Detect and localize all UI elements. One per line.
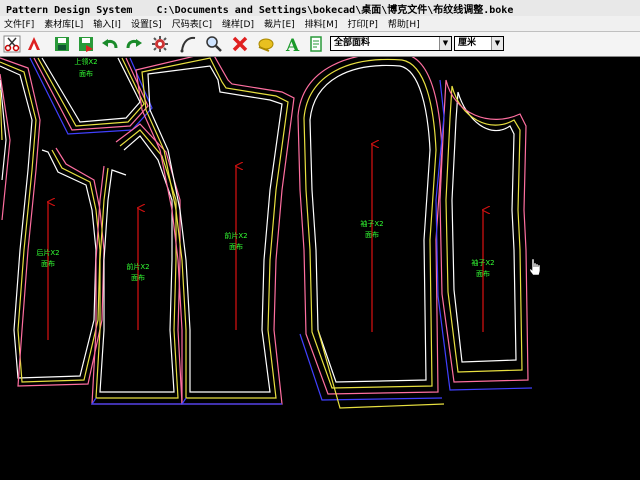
menu-bar: 文件[F] 素材库[L] 输入[I] 设置[S] 尺码表[C] 缝样[D] 裁片…	[0, 16, 640, 32]
scissors-icon[interactable]	[2, 34, 22, 54]
pattern-piece-back[interactable]	[0, 57, 105, 387]
piece-fabric: 面布	[365, 230, 379, 239]
piece-fabric: 面布	[131, 273, 145, 282]
menu-settings[interactable]: 设置[S]	[127, 17, 168, 30]
piece-fabric: 面布	[476, 269, 490, 278]
menu-file[interactable]: 文件[F]	[0, 17, 40, 30]
piece-label: 袖子X2	[471, 258, 494, 267]
menu-print[interactable]: 打印[P]	[343, 17, 383, 30]
redo-icon[interactable]	[124, 34, 144, 54]
menu-size-chart[interactable]: 尺码表[C]	[168, 17, 218, 30]
save-icon[interactable]	[52, 34, 72, 54]
chevron-down-icon[interactable]: ▼	[439, 37, 451, 50]
delete-icon[interactable]	[230, 34, 250, 54]
measure-tape-icon[interactable]	[256, 34, 276, 54]
zoom-icon[interactable]	[204, 34, 224, 54]
pattern-piece-sleeve-b[interactable]	[435, 79, 533, 391]
menu-help[interactable]: 帮助[H]	[384, 17, 426, 30]
piece-fabric: 面布	[79, 69, 93, 78]
menu-pattern[interactable]: 缝样[D]	[218, 17, 260, 30]
unit-select[interactable]: 厘米 ▼	[454, 36, 504, 51]
undo-icon[interactable]	[100, 34, 120, 54]
gear-tool-icon[interactable]	[150, 34, 170, 54]
menu-input[interactable]: 输入[I]	[89, 17, 127, 30]
piece-label: 后片X2	[36, 248, 59, 257]
fabric-select[interactable]: 全部面料 ▼	[330, 36, 452, 51]
svg-text:A: A	[285, 36, 300, 53]
unit-select-value: 厘米	[458, 38, 477, 48]
piece-label: 前片X2	[126, 262, 149, 271]
piece-label: 上领X2	[74, 57, 97, 66]
chevron-down-icon[interactable]: ▼	[491, 37, 503, 50]
piece-label: 前片X2	[224, 231, 247, 240]
menu-marker[interactable]: 排料[M]	[301, 17, 344, 30]
pattern-canvas[interactable]: 上领X2 面布 后片X2 面布 前片X2 面布 前片X2 面布 袖子X2 面布 …	[0, 57, 640, 480]
hand-cursor-icon	[529, 258, 541, 276]
pen-shape-icon[interactable]	[24, 34, 44, 54]
piece-fabric: 面布	[41, 259, 55, 268]
menu-pieces[interactable]: 裁片[E]	[260, 17, 301, 30]
piece-label: 袖子X2	[360, 219, 383, 228]
save-as-icon[interactable]	[76, 34, 96, 54]
piece-fabric: 面布	[229, 242, 243, 251]
piece-info-icon[interactable]	[306, 34, 326, 54]
menu-library[interactable]: 素材库[L]	[40, 17, 89, 30]
pattern-piece-front-b[interactable]	[135, 57, 295, 405]
title-bar: Pattern Design System C:\Documents and S…	[0, 0, 640, 17]
text-icon[interactable]: A	[282, 34, 302, 54]
window-title: Pattern Design System C:\Documents and S…	[6, 4, 514, 16]
fabric-select-value: 全部面料	[334, 38, 371, 48]
toolbar: A 全部面料 ▼ 厘米 ▼	[0, 32, 640, 57]
curve-tool-icon[interactable]	[178, 34, 198, 54]
